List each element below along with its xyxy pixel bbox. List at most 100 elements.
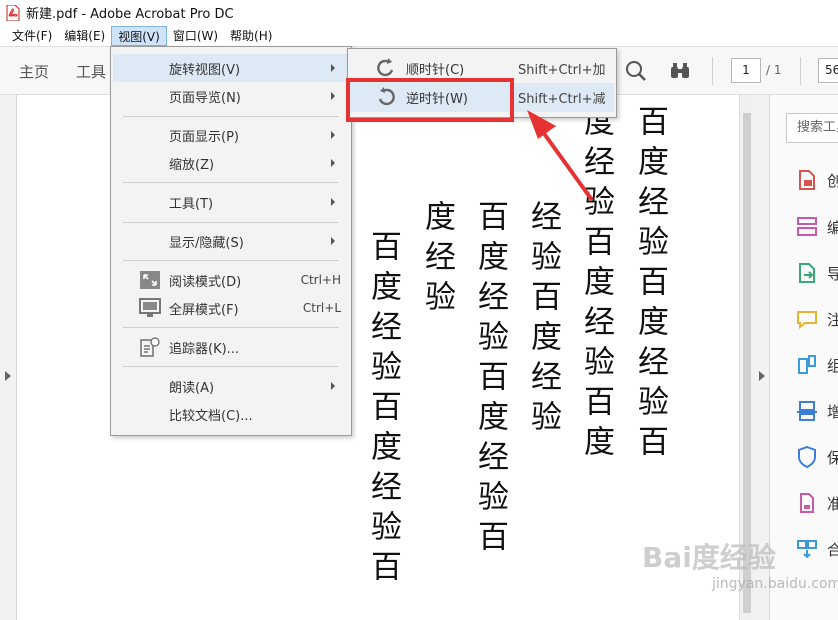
magnifier-icon[interactable] (625, 60, 647, 82)
menu-item-label: 追踪器(K)... (169, 341, 240, 357)
menu-divider (123, 327, 339, 328)
organize-pages-icon (795, 353, 819, 377)
menu-item-fullscreen[interactable]: 全屏模式(F) Ctrl+L (113, 294, 349, 322)
zoom-input[interactable]: 56 (818, 58, 838, 83)
doc-text-column: 百度经验百度经验百 (472, 200, 508, 560)
rotate-clockwise-icon (374, 57, 398, 81)
tool-label: 保 (827, 448, 838, 467)
menu-view[interactable]: 视图(V) (111, 25, 167, 46)
tool-label: 准 (827, 494, 838, 513)
menu-item-reading-mode[interactable]: 阅读模式(D) Ctrl+H (113, 266, 349, 294)
menu-item-label: 全屏模式(F) (169, 302, 239, 318)
menu-item-compare-documents[interactable]: 比较文档(C)... (113, 400, 349, 428)
expand-arrow-icon (5, 371, 11, 381)
tool-prepare-form[interactable]: 准 (795, 491, 838, 515)
tool-enhance[interactable]: 增 (795, 399, 838, 423)
menu-item-label: 缩放(Z) (169, 157, 215, 173)
menu-item-label: 比较文档(C)... (169, 408, 253, 424)
tool-label: 注 (827, 310, 838, 329)
menu-shortcut: Shift+Ctrl+加 (518, 63, 606, 78)
menu-item-label: 顺时针(C) (406, 63, 465, 78)
submenu-arrow-icon (331, 64, 335, 72)
window-title: 新建.pdf - Adobe Acrobat Pro DC (26, 7, 234, 22)
tool-label: 创 (827, 171, 838, 190)
menu-divider (123, 260, 339, 261)
submenu-arrow-icon (331, 237, 335, 245)
menu-divider (123, 222, 339, 223)
submenu-arrow-icon (331, 382, 335, 390)
menu-window[interactable]: 窗口(W) (167, 26, 224, 46)
page-number-input[interactable]: 1 (731, 58, 761, 83)
tool-protect[interactable]: 保 (795, 445, 838, 469)
binoculars-icon[interactable] (669, 60, 691, 82)
menu-item-label: 工具(T) (169, 196, 214, 212)
menu-shortcut: Ctrl+H (300, 273, 341, 287)
tool-create[interactable]: 创 (795, 168, 838, 192)
menu-item-tracker[interactable]: 追踪器(K)... (113, 333, 349, 361)
toolbar-separator (712, 57, 713, 85)
menu-item-label: 旋转视图(V) (169, 62, 241, 78)
doc-text-column: 百度经验百度经验百 (632, 105, 668, 465)
fullscreen-icon (139, 298, 161, 318)
tab-tools[interactable]: 工具 (76, 61, 106, 82)
watermark-logo: Bai度经验 (642, 541, 776, 574)
menu-item-label: 页面导览(N) (169, 90, 241, 106)
menu-item-zoom[interactable]: 缩放(Z) (113, 149, 349, 177)
menu-divider (123, 182, 339, 183)
tool-label: 增 (827, 402, 838, 421)
menu-item-rotate-view[interactable]: 旋转视图(V) (113, 54, 349, 82)
tool-label: 组 (827, 356, 838, 375)
doc-text-column: 百度经验百度经验百 (365, 230, 401, 590)
comment-icon (795, 307, 819, 331)
page-total: / 1 (766, 63, 782, 77)
menu-help[interactable]: 帮助(H) (224, 26, 278, 46)
menu-bar: 文件(F) 编辑(E) 视图(V) 窗口(W) 帮助(H) (0, 25, 838, 47)
toolbar-separator (800, 57, 801, 85)
tool-search-input[interactable]: 搜索工具 (786, 113, 838, 143)
tool-organize[interactable]: 组 (795, 353, 838, 377)
menu-item-label: 页面显示(P) (169, 129, 239, 145)
prepare-form-icon (795, 491, 819, 515)
tool-comment[interactable]: 注 (795, 307, 838, 331)
menu-item-page-display[interactable]: 页面显示(P) (113, 121, 349, 149)
menu-item-show-hide[interactable]: 显示/隐藏(S) (113, 227, 349, 255)
left-panel-toggle[interactable] (0, 95, 17, 620)
menu-item-label: 阅读模式(D) (169, 274, 242, 290)
menu-item-tools[interactable]: 工具(T) (113, 188, 349, 216)
reading-mode-icon (139, 270, 161, 290)
watermark: Bai度经验 jingyan.baidu.com (642, 536, 838, 592)
pdf-file-icon (6, 4, 20, 21)
menu-item-page-navigation[interactable]: 页面导览(N) (113, 82, 349, 110)
submenu-arrow-icon (331, 131, 335, 139)
title-bar: 新建.pdf - Adobe Acrobat Pro DC (0, 0, 838, 25)
menu-shortcut: Shift+Ctrl+减 (518, 92, 606, 107)
view-menu: 旋转视图(V) 页面导览(N) 页面显示(P) 缩放(Z) 工具(T) 显示/隐… (110, 46, 352, 436)
tracker-icon (139, 337, 161, 357)
watermark-url: jingyan.baidu.com (712, 576, 838, 592)
submenu-arrow-icon (331, 198, 335, 206)
menu-divider (123, 366, 339, 367)
menu-item-read-aloud[interactable]: 朗读(A) (113, 372, 349, 400)
protect-shield-icon (795, 445, 819, 469)
doc-text-column: 度经验 (419, 200, 455, 320)
edit-pdf-icon (795, 215, 819, 239)
menu-edit[interactable]: 编辑(E) (58, 26, 111, 46)
menu-item-label: 显示/隐藏(S) (169, 235, 244, 251)
annotation-highlight-box (346, 78, 514, 122)
submenu-arrow-icon (331, 92, 335, 100)
doc-text-column: 经验百度经验 (525, 200, 561, 440)
doc-text-column: 度经验百度经验百度 (578, 105, 614, 465)
export-pdf-icon (795, 261, 819, 285)
menu-divider (123, 116, 339, 117)
create-pdf-icon (795, 168, 819, 192)
tab-home[interactable]: 主页 (19, 61, 49, 82)
expand-arrow-icon (759, 371, 765, 381)
submenu-arrow-icon (331, 159, 335, 167)
tool-edit[interactable]: 编 (795, 215, 838, 239)
menu-shortcut: Ctrl+L (302, 301, 341, 315)
enhance-scan-icon (795, 399, 819, 423)
tool-label: 导 (827, 264, 838, 283)
tool-label: 编 (827, 218, 838, 237)
tool-export[interactable]: 导 (795, 261, 838, 285)
menu-file[interactable]: 文件(F) (6, 26, 58, 46)
